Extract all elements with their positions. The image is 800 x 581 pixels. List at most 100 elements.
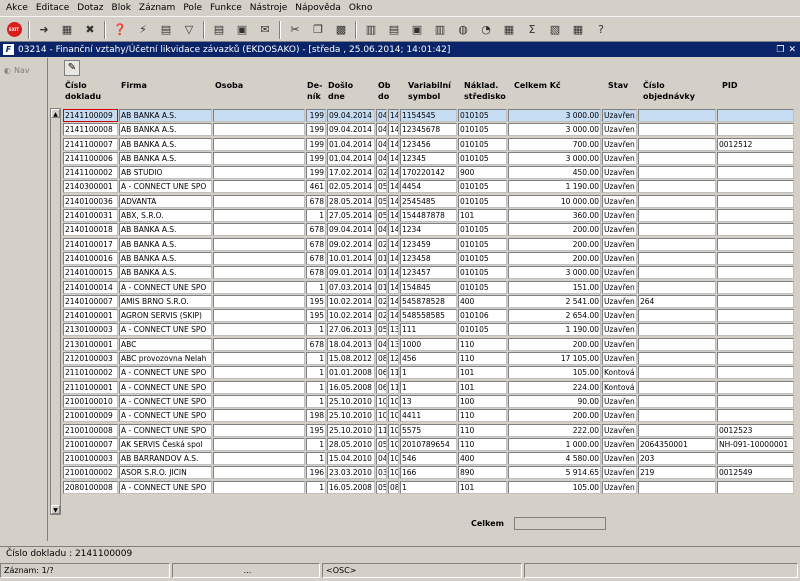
cell-naklad-stredisko[interactable]: 010105	[458, 266, 507, 280]
cell-denik[interactable]: 1	[306, 323, 326, 337]
cell-pid[interactable]	[717, 209, 794, 223]
cell-denik[interactable]: 678	[306, 237, 326, 251]
cell-doslo-dne[interactable]: 09.02.2014	[327, 237, 375, 251]
cell-cislo-objednavky[interactable]	[638, 280, 716, 294]
cell-denik[interactable]: 1	[306, 280, 326, 294]
cell-osoba[interactable]	[213, 366, 305, 380]
cell-osoba[interactable]	[213, 309, 305, 323]
cell-variabilni-symbol[interactable]: 4454	[400, 180, 457, 194]
cell-ob[interactable]: 02	[376, 294, 387, 308]
cell-cislo-objednavky[interactable]	[638, 180, 716, 194]
paste-icon[interactable]: ▩	[332, 21, 350, 39]
cell-stav[interactable]: Uzavřen	[602, 194, 637, 208]
filter-icon[interactable]: ▽	[180, 21, 198, 39]
cell-cislo-objednavky[interactable]	[638, 423, 716, 437]
delete-record-icon[interactable]: ✖	[81, 21, 99, 39]
cell-ob[interactable]: 04	[376, 109, 387, 122]
cell-celkem-kc[interactable]: 200.00	[508, 251, 601, 265]
cell-osoba[interactable]	[213, 337, 305, 351]
cell-cislo-dokladu[interactable]: 2100100008	[63, 423, 118, 437]
cell-firma[interactable]: A - CONNECT UNE SPO	[119, 409, 212, 423]
cell-cislo-dokladu[interactable]: 2140100018	[63, 223, 118, 237]
cell-celkem-kc[interactable]: 3 000.00	[508, 151, 601, 165]
cell-celkem-kc[interactable]: 4 580.00	[508, 452, 601, 466]
cell-firma[interactable]: AK SERVIS Česká spol	[119, 437, 212, 451]
table-row[interactable]: 2140100036 ADVANTA 678 28.05.2014 05 14 254548…	[63, 194, 800, 208]
cell-cislo-dokladu[interactable]: 2120100003	[63, 352, 118, 366]
table-row[interactable]: 2140100001 AGRON SERVIS (SKIP) 195 10.02.20…	[63, 308, 800, 323]
cell-denik[interactable]: 199	[306, 151, 326, 165]
cell-variabilni-symbol[interactable]: 111	[400, 323, 457, 337]
cell-firma[interactable]: ABX, S.R.O.	[119, 209, 212, 223]
table-row[interactable]: 2100100003 AB BARRANDOV A.S. 1 15.04.2010 04…	[63, 451, 800, 466]
cell-cislo-objednavky[interactable]	[638, 237, 716, 251]
help-question-icon[interactable]: ?	[592, 21, 610, 39]
cell-stav[interactable]: Uzavřen	[602, 437, 637, 451]
cell-firma[interactable]: A - CONNECT UNE SPO	[119, 180, 212, 194]
cell-osoba[interactable]	[213, 166, 305, 180]
cell-naklad-stredisko[interactable]: 101	[458, 366, 507, 380]
menu-item-9[interactable]: Okno	[346, 3, 378, 13]
table-row[interactable]: 2130100001 ABC 678 18.04.2013 04 13 1000 110 200…	[63, 337, 800, 351]
cell-stav[interactable]: Uzavřen	[602, 237, 637, 251]
cell-do[interactable]: 13	[388, 323, 399, 337]
cell-pid[interactable]	[717, 280, 794, 294]
cell-pid[interactable]	[717, 380, 794, 394]
cell-celkem-kc[interactable]: 151.00	[508, 280, 601, 294]
cell-celkem-kc[interactable]: 200.00	[508, 337, 601, 351]
query-enter-icon[interactable]: ❓	[111, 21, 129, 39]
cell-denik[interactable]: 678	[306, 251, 326, 265]
cell-ob[interactable]: 04	[376, 337, 387, 351]
cell-ob[interactable]: 02	[376, 166, 387, 180]
cell-firma[interactable]: AB BANKA A.S.	[119, 223, 212, 237]
cell-celkem-kc[interactable]: 1 190.00	[508, 180, 601, 194]
cell-ob[interactable]: 11	[376, 423, 387, 437]
cell-cislo-dokladu[interactable]: 2141100009	[63, 109, 118, 122]
col-header-celkem-kc[interactable]: Celkem Kč	[514, 80, 561, 91]
cell-stav[interactable]: Uzavřen	[602, 123, 637, 137]
cell-firma[interactable]: ADVANTA	[119, 194, 212, 208]
cell-doslo-dne[interactable]: 10.02.2014	[327, 309, 375, 323]
cell-osoba[interactable]	[213, 466, 305, 480]
cell-stav[interactable]: Uzavřen	[602, 166, 637, 180]
cell-cislo-objednavky[interactable]: 203	[638, 452, 716, 466]
cell-firma[interactable]: ASOR S.R.O. JICIN	[119, 466, 212, 480]
cell-naklad-stredisko[interactable]: 110	[458, 423, 507, 437]
cell-cislo-dokladu[interactable]: 2100100003	[63, 452, 118, 466]
cell-firma[interactable]: A - CONNECT UNE SPO	[119, 380, 212, 394]
cell-celkem-kc[interactable]: 90.00	[508, 394, 601, 408]
cell-stav[interactable]: Uzavřen	[602, 452, 637, 466]
cell-celkem-kc[interactable]: 224.00	[508, 380, 601, 394]
table-row[interactable]: 2110100002 A - CONNECT UNE SPO 1 01.01.2008…	[63, 365, 800, 380]
cell-celkem-kc[interactable]: 2 541.00	[508, 294, 601, 308]
cell-ob[interactable]: 01	[376, 251, 387, 265]
cell-do[interactable]: 10	[388, 466, 399, 480]
cell-variabilni-symbol[interactable]: 1000	[400, 337, 457, 351]
cell-celkem-kc[interactable]: 700.00	[508, 137, 601, 151]
cell-do[interactable]: 14	[388, 309, 399, 323]
cell-firma[interactable]: AB BANKA A.S.	[119, 151, 212, 165]
cell-variabilni-symbol[interactable]: 123458	[400, 251, 457, 265]
col-header-denik[interactable]: De-ník	[307, 80, 325, 102]
cell-naklad-stredisko[interactable]: 110	[458, 337, 507, 351]
cell-pid[interactable]	[717, 337, 794, 351]
insert-record-icon[interactable]: ▦	[58, 21, 76, 39]
cell-stav[interactable]: Kontová	[602, 380, 637, 394]
table-row[interactable]: 2141100009 AB BANKA A.S. 199 09.04.2014 04 14…	[63, 108, 800, 122]
cell-stav[interactable]: Uzavřen	[602, 137, 637, 151]
cell-naklad-stredisko[interactable]: 010105	[458, 280, 507, 294]
cell-naklad-stredisko[interactable]: 100	[458, 394, 507, 408]
copy-icon[interactable]: ❐	[309, 21, 327, 39]
cell-stav[interactable]: Uzavřen	[602, 337, 637, 351]
col-header-obdobi[interactable]: Ob do	[378, 80, 392, 102]
cell-naklad-stredisko[interactable]: 110	[458, 352, 507, 366]
nav-toggle[interactable]: ◐ Nav	[4, 66, 30, 75]
cell-firma[interactable]: AB BANKA A.S.	[119, 251, 212, 265]
cell-pid[interactable]	[717, 123, 794, 137]
cell-naklad-stredisko[interactable]: 110	[458, 437, 507, 451]
cell-pid[interactable]	[717, 194, 794, 208]
table-row[interactable]: 2100100007 AK SERVIS Česká spol 1 28.05.201…	[63, 437, 800, 451]
print-icon[interactable]: ▤	[210, 21, 228, 39]
cell-stav[interactable]: Uzavřen	[602, 223, 637, 237]
cell-osoba[interactable]	[213, 280, 305, 294]
